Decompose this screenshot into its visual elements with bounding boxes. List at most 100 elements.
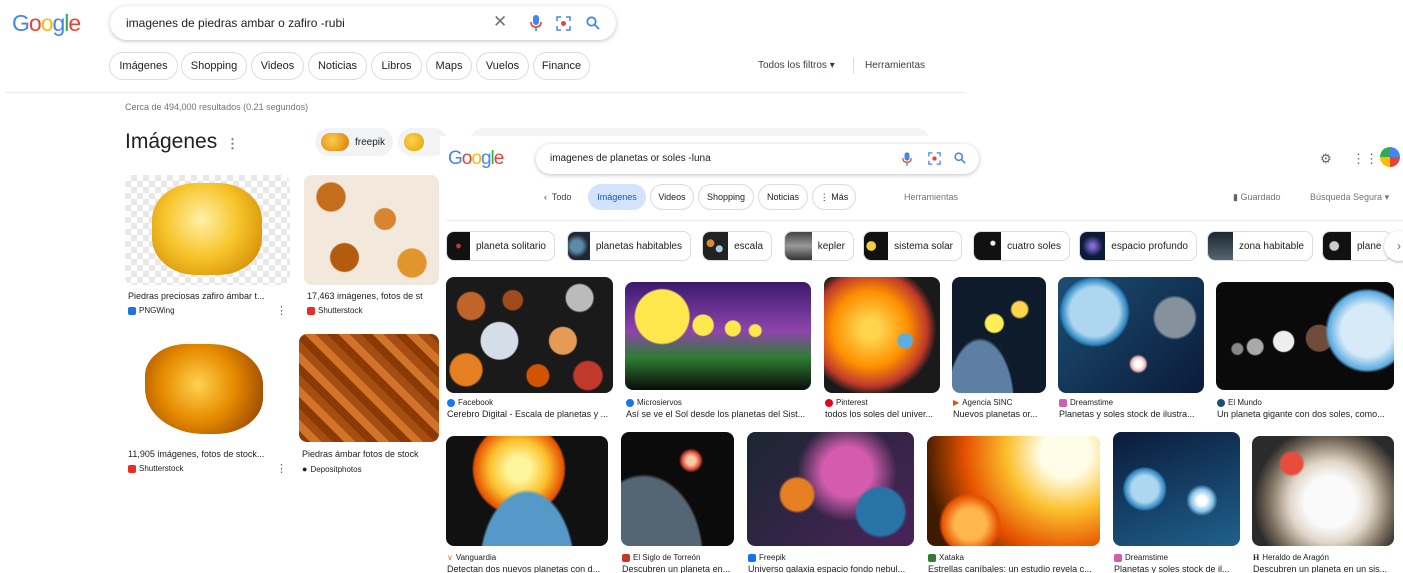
suggestion-chip[interactable]: cuatro soles <box>973 231 1070 261</box>
result-source[interactable]: Dreamstime <box>1059 398 1113 407</box>
image-result[interactable] <box>952 277 1046 393</box>
result-source[interactable]: ▶ Agencia SINC <box>953 398 1012 407</box>
avatar[interactable] <box>1380 147 1400 167</box>
result-caption[interactable]: Estrellas caníbales: un estudio revela c… <box>928 564 1100 573</box>
search-bar[interactable]: imagenes de piedras ambar o zafiro -rubi… <box>110 6 616 40</box>
search-icon[interactable] <box>954 152 966 164</box>
image-result[interactable] <box>1058 277 1204 393</box>
search-input[interactable]: imagenes de piedras ambar o zafiro -rubi <box>126 16 345 30</box>
image-result-3[interactable] <box>125 334 285 442</box>
safe-search-button[interactable]: Búsqueda Segura ▾ <box>1310 192 1389 203</box>
suggestion-chip[interactable]: sistema solar <box>863 231 962 261</box>
image-result[interactable] <box>446 277 613 393</box>
image-result-2[interactable] <box>304 175 439 285</box>
result-caption[interactable]: Nuevos planetas or... <box>953 409 1046 419</box>
image-result[interactable] <box>824 277 940 393</box>
sinc-icon: ▶ <box>953 398 960 407</box>
result-source[interactable]: H Heraldo de Aragón <box>1253 553 1329 562</box>
result-source[interactable]: Facebook <box>447 398 493 407</box>
result-source[interactable]: PNGWing <box>128 306 175 315</box>
search-icon[interactable] <box>586 16 600 30</box>
image-result[interactable] <box>747 432 914 546</box>
microphone-icon[interactable] <box>902 152 912 166</box>
result-source[interactable]: Xataka <box>928 553 964 562</box>
settings-icon[interactable]: ⚙ <box>1320 151 1332 167</box>
result-caption[interactable]: Descubren un planeta en un sis... <box>1253 564 1394 573</box>
saved-button[interactable]: ▮ Guardado <box>1233 192 1281 203</box>
tab-more[interactable]: ⋮ Más <box>812 184 856 210</box>
image-result[interactable] <box>1113 432 1240 546</box>
result-caption[interactable]: Piedras ámbar fotos de stock <box>302 449 438 459</box>
dreamstime-icon <box>1114 553 1122 562</box>
tab-news[interactable]: Noticias <box>758 184 808 210</box>
tools-button[interactable]: Herramientas <box>904 192 958 202</box>
more-options-icon[interactable]: ⋮ <box>226 136 239 152</box>
microphone-icon[interactable] <box>530 15 542 31</box>
search-bar[interactable]: imagenes de planetas or soles -luna <box>536 144 979 174</box>
suggestion-chip[interactable]: planeta solitario <box>446 231 555 261</box>
tab-maps[interactable]: Maps <box>426 52 472 80</box>
tab-flights[interactable]: Vuelos <box>476 52 529 80</box>
result-caption[interactable]: Piedras preciosas zafiro ámbar t... <box>128 291 288 301</box>
tab-videos[interactable]: Videos <box>650 184 694 210</box>
result-caption[interactable]: Descubren un planeta en... <box>622 564 734 573</box>
image-result[interactable] <box>621 432 734 546</box>
result-source[interactable]: ∨ Vanguardia <box>447 553 496 562</box>
search-input[interactable]: imagenes de planetas or soles -luna <box>550 153 711 164</box>
tab-images[interactable]: Imágenes <box>588 184 646 210</box>
lens-icon[interactable] <box>556 16 571 31</box>
image-result[interactable] <box>625 282 811 390</box>
more-options-icon[interactable]: ⋮ <box>276 304 287 317</box>
image-result[interactable] <box>1252 436 1394 546</box>
result-source[interactable]: ● Depositphotos <box>302 464 362 474</box>
image-result-1[interactable] <box>125 175 290 285</box>
result-caption[interactable]: Detectan dos nuevos planetas con d... <box>447 564 609 573</box>
google-logo[interactable]: Google <box>12 10 81 37</box>
suggestion-chip[interactable]: espacio profundo <box>1079 231 1197 261</box>
suggestion-chip[interactable]: escala <box>702 231 772 261</box>
tab-videos[interactable]: Videos <box>251 52 304 80</box>
amber-stone <box>145 344 263 434</box>
tab-shopping[interactable]: Shopping <box>698 184 754 210</box>
result-caption[interactable]: Planetas y soles stock de ilustra... <box>1059 409 1204 419</box>
result-caption[interactable]: Universo galaxia espacio fondo nebul... <box>748 564 914 573</box>
result-source[interactable]: Shutterstock <box>307 306 362 315</box>
result-caption[interactable]: 17,463 imágenes, fotos de st <box>307 291 437 301</box>
result-caption[interactable]: Un planeta gigante con dos soles, como..… <box>1217 409 1394 419</box>
image-result[interactable] <box>927 436 1100 546</box>
image-result-4[interactable] <box>299 334 439 442</box>
tab-images[interactable]: Imágenes <box>109 52 178 80</box>
tab-finance[interactable]: Finance <box>533 52 590 80</box>
result-source[interactable]: El Siglo de Torreón <box>622 553 700 562</box>
suggestion-chip[interactable]: kepler <box>784 231 854 261</box>
suggestion-chip[interactable]: plane <box>1322 231 1392 261</box>
image-result[interactable] <box>446 436 608 546</box>
apps-grid-icon[interactable]: ⋮⋮ <box>1352 151 1378 167</box>
tools-button[interactable]: Herramientas <box>865 60 925 71</box>
tab-shopping[interactable]: Shopping <box>181 52 247 80</box>
result-source[interactable]: El Mundo <box>1217 398 1262 407</box>
result-source[interactable]: Shutterstock <box>128 464 183 473</box>
suggestion-chip[interactable]: zona habitable <box>1207 231 1313 261</box>
result-caption[interactable]: Planetas y soles stock de il... <box>1114 564 1240 573</box>
more-options-icon[interactable]: ⋮ <box>276 462 287 475</box>
result-caption[interactable]: todos los soles del univer... <box>825 409 940 419</box>
result-source[interactable]: Freepik <box>748 553 786 562</box>
result-caption[interactable]: 11,905 imágenes, fotos de stock... <box>128 449 286 459</box>
lens-icon[interactable] <box>928 152 941 165</box>
result-source[interactable]: Microsiervos <box>626 398 682 407</box>
result-caption[interactable]: Así se ve el Sol desde los planetas del … <box>626 409 811 419</box>
result-source[interactable]: Pinterest <box>825 398 868 407</box>
clear-icon[interactable]: ✕ <box>493 12 507 32</box>
google-logo[interactable]: Google <box>448 148 504 170</box>
all-filters-button[interactable]: Todos los filtros ▾ <box>758 60 835 71</box>
result-source[interactable]: Dreamstime <box>1114 553 1168 562</box>
image-result[interactable] <box>1216 282 1394 390</box>
suggestion-chip[interactable]: planetas habitables <box>567 231 691 261</box>
header-divider <box>5 92 965 93</box>
tab-all[interactable]: ‹ Todo <box>544 192 571 202</box>
chip-freepik[interactable]: freepik <box>315 128 393 156</box>
tab-news[interactable]: Noticias <box>308 52 367 80</box>
result-caption[interactable]: Cerebro Digital - Escala de planetas y .… <box>447 409 613 419</box>
tab-books[interactable]: Libros <box>371 52 422 80</box>
